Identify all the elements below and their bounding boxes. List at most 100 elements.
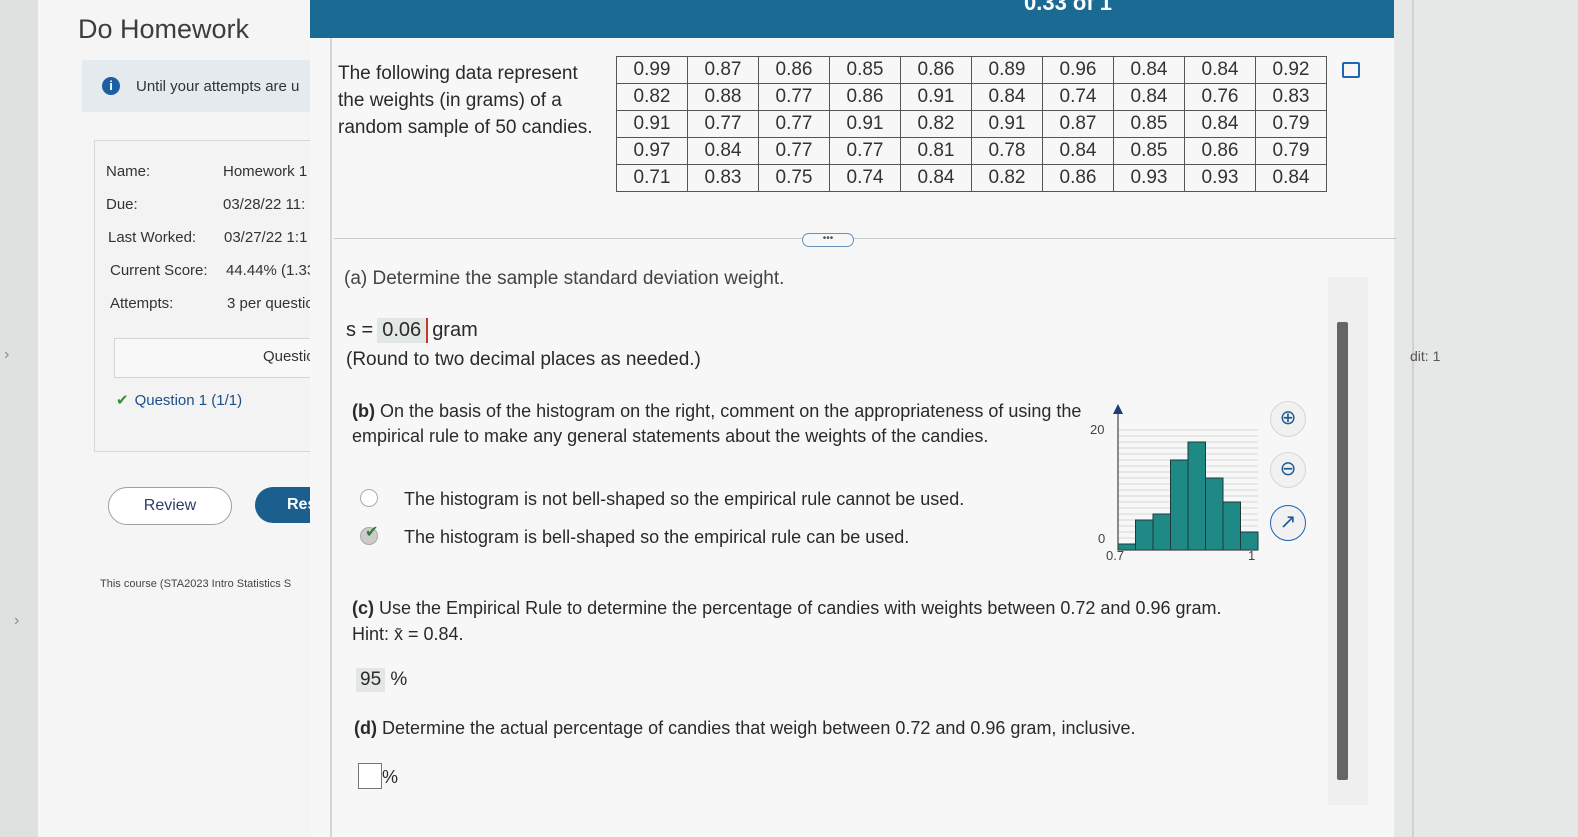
table-cell: 0.93 bbox=[1113, 164, 1185, 192]
table-cell: 0.91 bbox=[616, 110, 688, 138]
expand-more-button[interactable]: ••• bbox=[802, 233, 854, 247]
histogram-chart: 20 0 0.7 1 bbox=[1090, 404, 1259, 563]
scrollbar-track[interactable] bbox=[1328, 277, 1368, 805]
table-cell: 0.91 bbox=[900, 83, 972, 111]
name-value: Homework 1 bbox=[223, 163, 308, 180]
external-link-icon[interactable]: ↗ bbox=[1270, 505, 1306, 541]
table-cell: 0.93 bbox=[1184, 164, 1256, 192]
intro-line: random sample of 50 candies. bbox=[338, 117, 593, 138]
table-cell: 0.84 bbox=[687, 137, 759, 165]
table-cell: 0.84 bbox=[1113, 83, 1185, 111]
table-cell: 0.78 bbox=[971, 137, 1043, 165]
table-row: 0.91 0.77 0.77 0.91 0.82 0.91 0.87 0.85 0.84 0.79 bbox=[616, 110, 1327, 138]
option-not-bell-shaped[interactable]: The histogram is not bell-shaped so the … bbox=[360, 489, 964, 510]
table-cell: 0.84 bbox=[1184, 110, 1256, 138]
table-cell: 0.84 bbox=[900, 164, 972, 192]
last-worked-value: 03/27/22 1:1 bbox=[224, 229, 308, 246]
table-cell: 0.97 bbox=[616, 137, 688, 165]
part-d-label: (d) bbox=[354, 718, 377, 738]
radio-button[interactable] bbox=[360, 489, 378, 507]
question-selector[interactable]: Question bbox=[114, 338, 329, 378]
table-cell: 0.92 bbox=[1255, 56, 1327, 84]
page-title: Do Homework bbox=[78, 14, 250, 44]
option-bell-shaped[interactable]: The histogram is bell-shaped so the empi… bbox=[360, 522, 910, 548]
table-cell: 0.91 bbox=[829, 110, 901, 138]
question-list-item[interactable]: ✔ Question 1 (1/1) bbox=[116, 391, 242, 409]
table-cell: 0.74 bbox=[829, 164, 901, 192]
histogram-bar bbox=[1187, 441, 1206, 551]
name-label: Name: bbox=[106, 163, 151, 180]
histogram-bar bbox=[1205, 477, 1224, 551]
info-banner: i Until your attempts are u bbox=[82, 60, 328, 112]
scrollbar-thumb[interactable] bbox=[1337, 322, 1348, 780]
due-value: 03/28/22 11: bbox=[223, 196, 306, 213]
radio-button-selected[interactable] bbox=[360, 522, 378, 545]
table-cell: 0.77 bbox=[758, 137, 830, 165]
table-cell: 0.82 bbox=[900, 110, 972, 138]
left-edge: › › bbox=[0, 0, 38, 837]
histogram-bar bbox=[1170, 459, 1189, 551]
table-cell: 0.76 bbox=[1184, 83, 1256, 111]
part-c-hint: Hint: x̄ = 0.84. bbox=[352, 624, 464, 644]
table-cell: 0.84 bbox=[1184, 56, 1256, 84]
x-end-label: 1 bbox=[1248, 548, 1255, 563]
attempts-label: Attempts: bbox=[110, 295, 174, 312]
intro-line: The following data represent bbox=[338, 63, 578, 84]
table-cell: 0.86 bbox=[758, 56, 830, 84]
histogram-bar bbox=[1222, 501, 1241, 551]
zoom-in-icon[interactable]: ⊕ bbox=[1270, 401, 1306, 437]
part-c-text: Use the Empirical Rule to determine the … bbox=[379, 598, 1222, 618]
table-cell: 0.89 bbox=[971, 56, 1043, 84]
x-start-label: 0.7 bbox=[1106, 548, 1124, 563]
y-zero-label: 0 bbox=[1098, 531, 1105, 546]
part-c-answer-field[interactable]: 95 bbox=[356, 668, 386, 692]
copy-icon[interactable] bbox=[1342, 62, 1360, 78]
current-score-value: 44.44% (1.33 bbox=[226, 262, 316, 279]
part-b-text: On the basis of the histogram on the rig… bbox=[352, 401, 1082, 446]
right-background bbox=[1394, 0, 1578, 837]
table-cell: 0.84 bbox=[1255, 164, 1327, 192]
table-row: 0.71 0.83 0.75 0.74 0.84 0.82 0.86 0.93 0.93 0.84 bbox=[616, 164, 1327, 192]
part-a-prompt: (a) Determine the sample standard deviat… bbox=[344, 268, 785, 289]
table-cell: 0.83 bbox=[1255, 83, 1327, 111]
score-text: 0.33 of 1 bbox=[1024, 0, 1113, 15]
table-cell: 0.86 bbox=[1184, 137, 1256, 165]
table-cell: 0.77 bbox=[758, 110, 830, 138]
s-label: s = bbox=[346, 319, 374, 341]
table-cell: 0.77 bbox=[758, 83, 830, 111]
table-cell: 0.77 bbox=[687, 110, 759, 138]
question-item-label: Question 1 (1/1) bbox=[134, 392, 243, 409]
part-d-prompt: (d) Determine the actual percentage of c… bbox=[354, 718, 1135, 739]
chevron-right-icon[interactable]: › bbox=[14, 612, 19, 630]
s-unit: gram bbox=[432, 319, 478, 341]
table-cell: 0.79 bbox=[1255, 110, 1327, 138]
s-answer-field[interactable]: 0.06 bbox=[377, 318, 429, 343]
current-score-label: Current Score: bbox=[110, 262, 208, 279]
part-d-answer-field[interactable] bbox=[358, 763, 382, 789]
table-cell: 0.77 bbox=[829, 137, 901, 165]
chevron-right-icon[interactable]: › bbox=[4, 346, 9, 364]
table-cell: 0.87 bbox=[1042, 110, 1114, 138]
zoom-out-icon[interactable]: ⊖ bbox=[1270, 452, 1306, 488]
table-cell: 0.84 bbox=[1042, 137, 1114, 165]
table-cell: 0.85 bbox=[829, 56, 901, 84]
intro-line: the weights (in grams) of a bbox=[338, 90, 562, 111]
attempts-value: 3 per questio bbox=[227, 295, 314, 312]
axis-arrow-icon bbox=[1113, 404, 1123, 414]
due-label: Due: bbox=[106, 196, 138, 213]
table-cell: 0.86 bbox=[1042, 164, 1114, 192]
table-cell: 0.86 bbox=[829, 83, 901, 111]
table-cell: 0.84 bbox=[971, 83, 1043, 111]
table-cell: 0.79 bbox=[1255, 137, 1327, 165]
data-table: 0.99 0.87 0.86 0.85 0.86 0.89 0.96 0.84 0.84 0.92… bbox=[616, 56, 1327, 192]
info-icon: i bbox=[102, 77, 120, 95]
table-cell: 0.81 bbox=[900, 137, 972, 165]
review-button[interactable]: Review bbox=[108, 487, 232, 525]
part-c-prompt: (c) Use the Empirical Rule to determine … bbox=[352, 595, 1222, 647]
part-c-label: (c) bbox=[352, 598, 374, 618]
part-d-text: Determine the actual percentage of candi… bbox=[382, 718, 1136, 738]
percent-unit: % bbox=[390, 669, 408, 690]
option-label: The histogram is bell-shaped so the empi… bbox=[404, 527, 910, 547]
rounding-note: (Round to two decimal places as needed.) bbox=[346, 349, 701, 370]
table-cell: 0.83 bbox=[687, 164, 759, 192]
